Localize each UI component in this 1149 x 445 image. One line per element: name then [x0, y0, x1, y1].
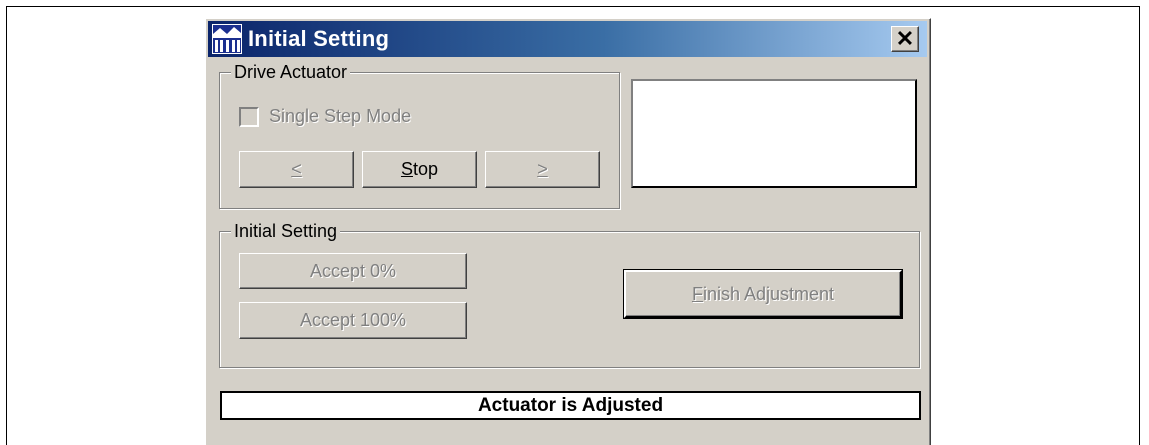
finish-suffix: inish Adjustment [702, 283, 835, 304]
initial-setting-dialog: Initial Setting ✕ Drive Actuator Single … [205, 18, 931, 445]
accept-0-label: Accept 0% [309, 260, 397, 281]
title-bar[interactable]: Initial Setting ✕ [208, 21, 927, 57]
drive-actuator-group: Drive Actuator Single Step Mode < Stop > [219, 61, 620, 209]
accept-100-button[interactable]: Accept 100% [239, 302, 467, 339]
single-step-mode-label: Single Step Mode [269, 106, 412, 126]
initial-setting-legend: Initial Setting [231, 220, 341, 242]
step-forward-label: > [537, 159, 548, 179]
step-forward-button[interactable]: > [485, 151, 600, 188]
finish-accel: F [691, 283, 703, 304]
finish-adjustment-button[interactable]: Finish Adjustment [624, 270, 902, 318]
accept-100-label: Accept 100% [299, 310, 407, 330]
initial-setting-group: Initial Setting Accept 0% Accept 100% Fi… [219, 220, 920, 368]
step-back-label: < [291, 159, 302, 179]
close-icon: ✕ [895, 26, 915, 51]
stop-suffix: top [412, 159, 439, 179]
status-bar: Actuator is Adjusted [220, 391, 921, 420]
stop-button[interactable]: Stop [362, 151, 477, 188]
close-button[interactable]: ✕ [891, 26, 919, 52]
drive-actuator-legend: Drive Actuator [231, 61, 351, 83]
status-text: Actuator is Adjusted [477, 394, 664, 416]
window-title: Initial Setting [248, 26, 390, 51]
single-step-mode-checkbox-row[interactable]: Single Step Mode [239, 106, 411, 127]
position-display-box [631, 79, 917, 188]
step-back-button[interactable]: < [239, 151, 354, 188]
single-step-mode-checkbox[interactable] [239, 106, 259, 127]
accept-0-button[interactable]: Accept 0% [239, 253, 467, 289]
app-logo-icon [212, 24, 242, 54]
stop-accel: S [400, 159, 413, 179]
